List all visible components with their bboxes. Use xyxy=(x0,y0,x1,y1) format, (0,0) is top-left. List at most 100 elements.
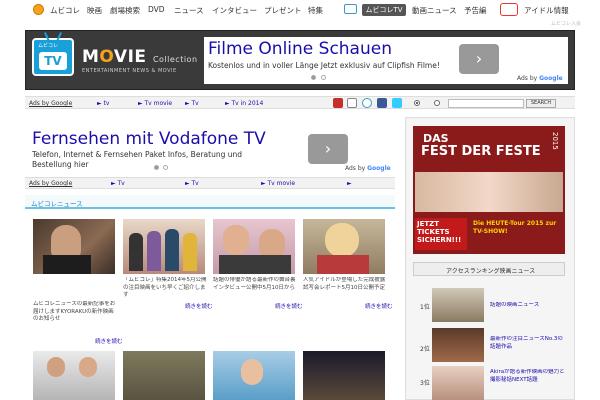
nav-item-idol-info[interactable]: アイドル情報 xyxy=(524,5,569,16)
search-input[interactable] xyxy=(448,99,524,108)
top-ad-ads-by-google[interactable]: Ads by Google xyxy=(517,75,563,82)
logo-tv-text: TV xyxy=(39,52,67,70)
ad-link2-tv[interactable]: ► Tv xyxy=(111,180,125,187)
rank-text-1[interactable]: 話題の映画ニュース xyxy=(490,302,565,310)
news-caption-4[interactable]: 人気アイドルが登場した完成披露試写会レポート5月10日公開予定 xyxy=(303,277,387,299)
middle-ad-ads-by-google[interactable]: Ads by Google xyxy=(345,165,391,172)
banner-line2: FEST DER FESTE xyxy=(421,144,541,159)
top-ad-dot-2[interactable] xyxy=(321,75,326,80)
news-caption-2[interactable]: 「ムビコレ」特集2014年5月公開の注目映画をいち早くご紹介します xyxy=(123,277,207,299)
ad-link-tv[interactable]: ► tv xyxy=(97,100,109,107)
news-caption-3[interactable]: 話題の俳優が語る最新作の舞台裏インタビュー公開中5月10日から xyxy=(213,277,297,299)
ranking-header: アクセスランキング映画ニュース xyxy=(413,262,565,276)
ad-link2-tv-movie[interactable]: ► Tv movie xyxy=(261,180,295,187)
news-caption-1[interactable]: ムビコレニュースの最新記事をお届けしますKYORAKUの新作映画のお知らせ xyxy=(33,301,117,331)
nav-item-theater-search[interactable]: 劇場検索 xyxy=(110,5,140,16)
rank-number-1: 1位 xyxy=(420,304,430,311)
search-radio-site[interactable] xyxy=(414,100,420,106)
news-thumbnail-3[interactable] xyxy=(213,219,295,274)
news-more-1[interactable]: 続きを読む xyxy=(95,337,123,345)
twitter-icon[interactable] xyxy=(392,98,402,108)
news-thumbnail-6[interactable] xyxy=(123,351,205,400)
news-section-header: ムビコレニュース xyxy=(25,195,395,209)
news-thumbnail-8[interactable] xyxy=(303,351,385,400)
ad-link-tv-2[interactable]: ► Tv xyxy=(185,100,199,107)
google-search-icon xyxy=(421,99,445,108)
person-face-icon xyxy=(325,223,359,257)
badge-icon[interactable] xyxy=(500,3,518,16)
news-thumbnail-4[interactable] xyxy=(303,219,385,274)
logo-letter-o: O xyxy=(99,47,114,67)
news-thumbnail-2[interactable] xyxy=(123,219,205,274)
nav-item-feature[interactable]: 特集 xyxy=(308,5,323,16)
news-thumbnail-7[interactable] xyxy=(213,351,295,400)
middle-ad[interactable]: Fernsehen mit Vodafone TV Telefon, Inter… xyxy=(25,117,395,174)
suit-icon xyxy=(43,255,91,274)
tab-mubikore-tv[interactable]: ムビコレTV xyxy=(362,4,406,16)
person-icon xyxy=(183,233,197,271)
rank-thumbnail-2[interactable] xyxy=(432,328,484,362)
ads-by-google-link-2[interactable]: Ads by Google xyxy=(29,180,72,187)
ad-link2-more[interactable]: ► xyxy=(347,180,352,187)
facebook-icon[interactable] xyxy=(377,98,387,108)
photo-icon[interactable] xyxy=(347,98,357,108)
nav-item-news[interactable]: ニュース xyxy=(174,5,204,16)
ad-link2-tv-2[interactable]: ► Tv xyxy=(185,180,199,187)
logo-letters-vie: VIE xyxy=(113,47,147,67)
middle-ad-dot-1[interactable] xyxy=(154,165,159,170)
top-ad[interactable]: Filme Online Schauen Kostenlos und in vo… xyxy=(204,37,568,84)
rank-text-2[interactable]: 最新作の注目ニュースNo.3の話題作品 xyxy=(490,336,565,351)
news-more-2[interactable]: 続きを読む xyxy=(185,302,213,310)
nav-item-dvd[interactable]: DVD xyxy=(148,5,165,14)
ad-link-tv-movie[interactable]: ► Tv movie xyxy=(138,100,172,107)
logo-tagline: ENTERTAINMENT NEWS & MOVIE xyxy=(82,68,177,74)
person-icon xyxy=(165,229,179,271)
site-header: ムビコレ TV MOVIE Collection ENTERTAINMENT N… xyxy=(25,30,575,90)
person-face-icon xyxy=(47,357,65,377)
news-thumbnail-5[interactable] xyxy=(33,351,115,400)
top-navigation: ムビコレ 映画 劇場検索 DVD ニュース インタビュー プレゼント 特集 ムビ… xyxy=(0,0,600,20)
nav-item-interview[interactable]: インタビュー xyxy=(212,5,257,16)
middle-ad-arrow-button[interactable]: › xyxy=(308,134,348,164)
search-button[interactable]: SEARCH xyxy=(526,99,556,108)
middle-ad-google-brand: Google xyxy=(367,165,391,172)
news-section-title[interactable]: ムビコレニュース xyxy=(31,198,83,208)
top-ad-arrow-button[interactable]: › xyxy=(459,44,499,74)
top-ad-title[interactable]: Filme Online Schauen xyxy=(208,39,392,59)
nav-item-mubikore[interactable]: ムビコレ xyxy=(50,5,80,16)
top-ad-dot-1[interactable] xyxy=(311,75,316,80)
nav-item-present[interactable]: プレゼント xyxy=(264,5,302,16)
middle-ad-title[interactable]: Fernsehen mit Vodafone TV xyxy=(32,129,266,149)
movie-collection-logo[interactable]: MOVIE Collection xyxy=(82,47,198,67)
youtube-icon[interactable] xyxy=(333,98,343,108)
search-radio-web[interactable] xyxy=(434,100,440,106)
person-icon xyxy=(147,231,161,271)
ad-link-tv-in-2014[interactable]: ► Tv in 2014 xyxy=(225,100,263,107)
member-link[interactable]: ムビコレ入会 xyxy=(551,20,581,27)
chat-icon[interactable] xyxy=(362,98,372,108)
banner-cta[interactable]: JETZT TICKETS SICHERN!!! xyxy=(415,218,467,250)
rank-text-3[interactable]: Akiraが語る新作映画の魅力と撮影秘話NEXT話題 xyxy=(490,369,565,384)
rank-number-3: 3位 xyxy=(420,380,430,387)
middle-ad-dot-2[interactable] xyxy=(163,165,168,170)
nav-item-video-news[interactable]: 動画ニュース xyxy=(412,5,457,16)
middle-ad-ads-by-prefix: Ads by xyxy=(345,165,368,172)
rank-thumbnail-1[interactable] xyxy=(432,288,484,322)
news-more-3[interactable]: 続きを読む xyxy=(275,302,303,310)
fest-der-feste-banner[interactable]: DAS FEST DER FESTE 2015 JETZT TICKETS SI… xyxy=(413,126,565,254)
person-face-icon xyxy=(223,225,249,255)
site-logo-icon[interactable] xyxy=(33,4,44,15)
nav-item-trailer[interactable]: 予告編 xyxy=(464,5,487,16)
logo-collection: Collection xyxy=(152,55,198,64)
rank-thumbnail-3[interactable] xyxy=(432,366,484,400)
ad-link-bar-2: Ads by Google ► Tv ► Tv ► Tv movie ► xyxy=(25,177,395,189)
clothing-icon xyxy=(219,255,291,274)
news-thumbnail-1[interactable] xyxy=(33,219,115,274)
nav-item-movies[interactable]: 映画 xyxy=(87,5,102,16)
ads-by-google-link[interactable]: Ads by Google xyxy=(29,100,72,107)
news-more-4[interactable]: 続きを読む xyxy=(365,302,393,310)
tv-logo[interactable]: ムビコレ TV xyxy=(32,32,74,76)
middle-ad-description: Telefon, Internet & Fernsehen Paket Info… xyxy=(32,150,242,169)
logo-letter-m: M xyxy=(82,47,100,67)
tv-icon xyxy=(344,4,357,14)
